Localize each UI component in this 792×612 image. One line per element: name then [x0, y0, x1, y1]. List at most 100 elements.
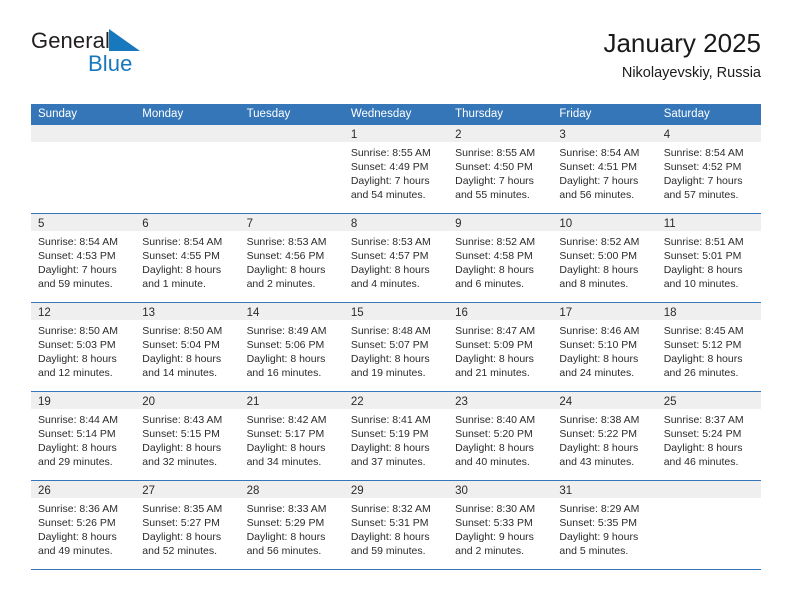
sunrise-time: Sunrise: 8:41 AM [350, 414, 431, 426]
sunrise-time: Sunrise: 8:45 AM [663, 325, 744, 337]
sunset-time: Sunset: 4:56 PM [246, 250, 325, 262]
calendar-day-cell[interactable]: 8 Sunrise: 8:53 AM Sunset: 4:57 PM Daylight… [343, 214, 449, 302]
calendar-day-cell-empty [31, 125, 136, 213]
logo-text-general: General [31, 28, 110, 53]
day-number-band [31, 125, 136, 142]
calendar-day-cell[interactable]: 21 Sunrise: 8:42 AM Sunset: 5:17 PM Dayligh… [239, 392, 344, 480]
calendar-day-cell[interactable]: 16 Sunrise: 8:47 AM Sunset: 5:09 PM Dayligh… [448, 303, 553, 391]
day-details: Sunrise: 8:49 AM Sunset: 5:06 PM Daylight:… [240, 320, 344, 380]
calendar-day-cell[interactable]: 23 Sunrise: 8:40 AM Sunset: 5:20 PM Dayligh… [448, 392, 553, 480]
day-number: 23 [455, 396, 468, 408]
daylight-hours: Daylight: 8 hours [559, 264, 639, 276]
daylight-hours: Daylight: 8 hours [142, 353, 222, 365]
calendar-day-cell[interactable]: 6 Sunrise: 8:54 AM Sunset: 4:55 PM Daylight… [135, 214, 240, 302]
calendar-day-cell[interactable]: 28 Sunrise: 8:33 AM Sunset: 5:29 PM Dayligh… [239, 481, 344, 569]
calendar-day-cell[interactable]: 2 Sunrise: 8:55 AM Sunset: 4:50 PM Daylight… [448, 125, 553, 213]
day-number: 8 [350, 218, 358, 230]
daylight-hours: Daylight: 7 hours [350, 175, 430, 187]
calendar-weeks: 1 Sunrise: 8:55 AM Sunset: 4:49 PM Daylight… [31, 125, 761, 570]
day-details: Sunrise: 8:47 AM Sunset: 5:09 PM Daylight:… [448, 320, 552, 380]
calendar-day-cell[interactable]: 15 Sunrise: 8:48 AM Sunset: 5:07 PM Dayligh… [343, 303, 449, 391]
day-number-band: 15 [343, 303, 449, 320]
calendar-day-cell[interactable]: 7 Sunrise: 8:53 AM Sunset: 4:56 PM Daylight… [239, 214, 344, 302]
day-details: Sunrise: 8:41 AM Sunset: 5:19 PM Daylight:… [344, 409, 448, 469]
daylight-minutes: and 2 minutes. [246, 278, 316, 290]
day-number: 2 [455, 129, 462, 141]
calendar-day-cell[interactable]: 20 Sunrise: 8:43 AM Sunset: 5:15 PM Dayligh… [135, 392, 240, 480]
day-details: Sunrise: 8:54 AM Sunset: 4:52 PM Daylight:… [657, 142, 761, 202]
sunset-time: Sunset: 5:10 PM [559, 339, 638, 351]
daylight-minutes: and 19 minutes. [350, 367, 426, 379]
sunrise-time: Sunrise: 8:37 AM [663, 414, 744, 426]
daylight-minutes: and 1 minute. [142, 278, 206, 290]
daylight-hours: Daylight: 8 hours [246, 442, 326, 454]
day-details: Sunrise: 8:52 AM Sunset: 4:58 PM Daylight:… [448, 231, 552, 291]
calendar-week-row: 26 Sunrise: 8:36 AM Sunset: 5:26 PM Dayligh… [31, 481, 761, 570]
sunset-time: Sunset: 5:33 PM [455, 517, 533, 529]
calendar-day-cell[interactable]: 3 Sunrise: 8:54 AM Sunset: 4:51 PM Daylight… [552, 125, 657, 213]
day-details: Sunrise: 8:37 AM Sunset: 5:24 PM Daylight:… [657, 409, 761, 469]
calendar-day-cell[interactable]: 4 Sunrise: 8:54 AM Sunset: 4:52 PM Daylight… [656, 125, 761, 213]
daylight-minutes: and 54 minutes. [350, 189, 426, 201]
sunrise-time: Sunrise: 8:32 AM [350, 503, 431, 515]
day-number-band: 21 [239, 392, 344, 409]
daylight-hours: Daylight: 8 hours [246, 353, 326, 365]
daylight-hours: Daylight: 8 hours [559, 353, 639, 365]
day-number: 25 [663, 396, 677, 408]
daylight-minutes: and 10 minutes. [663, 278, 739, 290]
day-number: 16 [455, 307, 468, 319]
sunset-time: Sunset: 5:27 PM [142, 517, 220, 529]
day-number-band: 4 [656, 125, 761, 142]
daylight-hours: Daylight: 8 hours [246, 531, 326, 543]
calendar-day-cell[interactable]: 9 Sunrise: 8:52 AM Sunset: 4:58 PM Daylight… [448, 214, 553, 302]
daylight-hours: Daylight: 8 hours [455, 264, 534, 276]
sunrise-time: Sunrise: 8:40 AM [455, 414, 536, 426]
day-number-band [656, 481, 761, 498]
daylight-minutes: and 5 minutes. [559, 545, 629, 557]
calendar-day-cell[interactable]: 31 Sunrise: 8:29 AM Sunset: 5:35 PM Dayligh… [552, 481, 657, 569]
calendar-day-cell[interactable]: 5 Sunrise: 8:54 AM Sunset: 4:53 PM Daylight… [31, 214, 136, 302]
calendar-day-cell[interactable]: 29 Sunrise: 8:32 AM Sunset: 5:31 PM Dayligh… [343, 481, 449, 569]
calendar-day-cell[interactable]: 1 Sunrise: 8:55 AM Sunset: 4:49 PM Daylight… [343, 125, 449, 213]
calendar-day-cell[interactable]: 13 Sunrise: 8:50 AM Sunset: 5:04 PM Dayligh… [135, 303, 240, 391]
day-number-band: 10 [552, 214, 657, 231]
daylight-minutes: and 43 minutes. [559, 456, 635, 468]
day-details: Sunrise: 8:44 AM Sunset: 5:14 PM Daylight:… [31, 409, 135, 469]
sunset-time: Sunset: 5:12 PM [663, 339, 742, 351]
calendar-day-cell[interactable]: 19 Sunrise: 8:44 AM Sunset: 5:14 PM Dayligh… [31, 392, 136, 480]
daylight-hours: Daylight: 8 hours [350, 531, 430, 543]
page-subtitle-location: Nikolayevskiy, Russia [621, 65, 761, 81]
sunset-time: Sunset: 5:31 PM [350, 517, 429, 529]
day-number-band: 29 [343, 481, 449, 498]
calendar-day-cell[interactable]: 22 Sunrise: 8:41 AM Sunset: 5:19 PM Dayligh… [343, 392, 449, 480]
day-number: 12 [38, 307, 51, 319]
daylight-minutes: and 34 minutes. [246, 456, 322, 468]
daylight-hours: Daylight: 8 hours [350, 353, 430, 365]
sunset-time: Sunset: 4:49 PM [350, 161, 429, 173]
day-details: Sunrise: 8:40 AM Sunset: 5:20 PM Daylight:… [448, 409, 552, 469]
sunrise-time: Sunrise: 8:33 AM [246, 503, 327, 515]
day-details: Sunrise: 8:50 AM Sunset: 5:03 PM Daylight:… [31, 320, 135, 380]
calendar-day-cell[interactable]: 30 Sunrise: 8:30 AM Sunset: 5:33 PM Dayligh… [448, 481, 553, 569]
calendar-day-cell[interactable]: 24 Sunrise: 8:38 AM Sunset: 5:22 PM Dayligh… [552, 392, 657, 480]
calendar-day-cell[interactable]: 26 Sunrise: 8:36 AM Sunset: 5:26 PM Dayligh… [31, 481, 136, 569]
weekday-header-thursday: Thursday [455, 108, 504, 120]
calendar-day-cell[interactable]: 12 Sunrise: 8:50 AM Sunset: 5:03 PM Dayligh… [31, 303, 136, 391]
daylight-minutes: and 56 minutes. [246, 545, 322, 557]
calendar-day-cell[interactable]: 27 Sunrise: 8:35 AM Sunset: 5:27 PM Dayligh… [135, 481, 240, 569]
general-blue-logo[interactable]: General Blue [31, 28, 271, 88]
calendar-page: General Blue January 2025 Nikolayevskiy,… [0, 0, 792, 612]
calendar-day-cell[interactable]: 25 Sunrise: 8:37 AM Sunset: 5:24 PM Dayligh… [656, 392, 761, 480]
calendar-day-cell[interactable]: 11 Sunrise: 8:51 AM Sunset: 5:01 PM Dayligh… [656, 214, 761, 302]
day-number-band: 11 [656, 214, 761, 231]
day-details: Sunrise: 8:38 AM Sunset: 5:22 PM Daylight:… [552, 409, 656, 469]
calendar-day-cell-empty [239, 125, 344, 213]
sunrise-time: Sunrise: 8:42 AM [246, 414, 327, 426]
calendar-week-row: 19 Sunrise: 8:44 AM Sunset: 5:14 PM Dayligh… [31, 392, 761, 481]
calendar-day-cell[interactable]: 14 Sunrise: 8:49 AM Sunset: 5:06 PM Dayligh… [239, 303, 344, 391]
sunset-time: Sunset: 5:20 PM [455, 428, 533, 440]
calendar-day-cell[interactable]: 17 Sunrise: 8:46 AM Sunset: 5:10 PM Dayligh… [552, 303, 657, 391]
calendar-day-cell[interactable]: 18 Sunrise: 8:45 AM Sunset: 5:12 PM Dayligh… [656, 303, 761, 391]
calendar-day-cell[interactable]: 10 Sunrise: 8:52 AM Sunset: 5:00 PM Dayligh… [552, 214, 657, 302]
sunrise-time: Sunrise: 8:55 AM [455, 147, 536, 159]
